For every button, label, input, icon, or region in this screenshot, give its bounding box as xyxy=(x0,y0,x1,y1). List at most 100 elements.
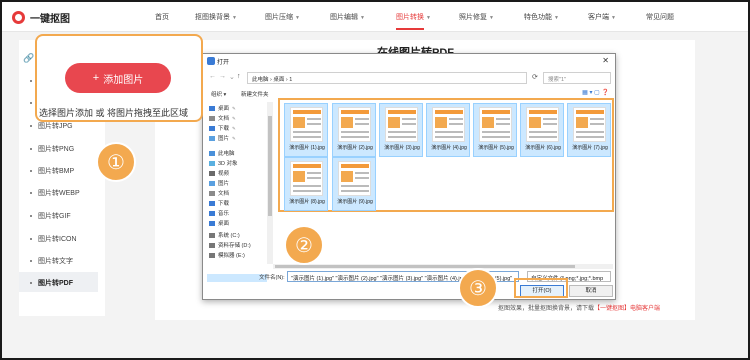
nav-convert[interactable]: 图片转换 ▼ xyxy=(396,12,431,22)
picture-icon xyxy=(209,136,215,142)
sidebar-item-text[interactable]: 图片转文字 xyxy=(30,256,73,266)
link-icon: 🔗 xyxy=(23,53,35,63)
sidebar-item-webp[interactable]: 图片转WEBP xyxy=(30,188,80,198)
nav-item-downloads[interactable]: 下载 ✎ xyxy=(209,124,236,132)
nav-item-this-pc[interactable]: 此电脑 xyxy=(209,149,235,157)
sidebar-item-bmp[interactable]: 图片转BMP xyxy=(30,166,74,176)
address-bar: ← → ⌄ ↑ 此电脑 › 桌面 › 1 ⟳ 搜索"1" xyxy=(207,71,613,85)
nav-item-drive-c[interactable]: 系统 (C:) xyxy=(209,231,240,239)
nav-scrollbar[interactable] xyxy=(267,102,273,264)
refresh-icon[interactable]: ⟳ xyxy=(532,73,538,81)
nav-repair[interactable]: 照片修复 ▼ xyxy=(459,12,494,22)
nav-item-3d[interactable]: 3D 对象 xyxy=(209,159,238,167)
nav-item-desktop-2[interactable]: 桌面 xyxy=(209,219,229,227)
upload-zone[interactable]: + 添加图片 选择图片添加 或 将图片拖拽至此区域 xyxy=(35,34,203,122)
upload-hint: 选择图片添加 或 将图片拖拽至此区域 xyxy=(39,106,189,119)
step-3-marker: ③ xyxy=(458,268,498,308)
file-item[interactable]: 演示图片 (9).jpg xyxy=(332,157,376,211)
pin-icon: ✎ xyxy=(232,136,236,141)
chevron-down-icon: ▼ xyxy=(611,15,616,21)
chevron-down-icon: ▼ xyxy=(426,15,431,21)
step-2-marker: ② xyxy=(284,225,324,265)
cancel-button[interactable]: 取消 xyxy=(569,285,613,297)
nav-home[interactable]: 首页 xyxy=(155,12,169,22)
file-item[interactable]: 演示图片 (2).jpg xyxy=(332,103,376,157)
add-image-button[interactable]: + 添加图片 xyxy=(65,63,171,93)
document-icon xyxy=(209,191,215,197)
scrollbar-thumb[interactable] xyxy=(268,116,272,216)
nav-item-music[interactable]: 音乐 xyxy=(209,209,229,217)
desktop-icon xyxy=(209,221,215,227)
path-input[interactable]: 此电脑 › 桌面 › 1 xyxy=(247,72,527,84)
nav-item-documents[interactable]: 文档 ✎ xyxy=(209,114,236,122)
file-name: 演示图片 (8).jpg xyxy=(289,199,325,205)
logo-icon xyxy=(12,11,25,24)
music-icon xyxy=(209,211,215,217)
sidebar-item-gif[interactable]: 图片转GIF xyxy=(30,211,71,221)
nav-item-pictures[interactable]: 图片 ✎ xyxy=(209,134,236,142)
chevron-down-icon: ▼ xyxy=(360,15,365,21)
desktop-icon xyxy=(209,106,215,112)
sidebar-bullet xyxy=(30,80,32,82)
chevron-down-icon: ▼ xyxy=(232,15,237,21)
sidebar-item-icon[interactable]: 图片转ICON xyxy=(30,234,77,244)
dialog-nav-pane: 桌面 ✎ 文档 ✎ 下载 ✎ 图片 ✎ 此电脑 3D 对象 视频 图片 文档 下载 音乐… xyxy=(207,102,269,282)
drive-icon xyxy=(209,243,215,249)
forward-icon[interactable]: → xyxy=(219,73,226,80)
file-name: 演示图片 (7).jpg xyxy=(572,145,608,151)
image-thumbnail xyxy=(338,107,371,142)
dialog-titlebar: 打开 ✕ xyxy=(203,54,615,68)
nav-item-documents-2[interactable]: 文档 xyxy=(209,189,229,197)
sidebar-item-png[interactable]: 图片转PNG xyxy=(30,144,74,154)
step-1-marker: ① xyxy=(96,142,136,182)
nav-client[interactable]: 客户端 ▼ xyxy=(588,12,616,22)
document-icon xyxy=(209,116,215,122)
close-icon[interactable]: ✕ xyxy=(602,56,609,65)
computer-icon xyxy=(209,151,215,157)
chevron-down-icon: ▼ xyxy=(489,15,494,21)
nav-item-downloads-2[interactable]: 下载 xyxy=(209,199,229,207)
nav-cutout[interactable]: 抠图换背景 ▼ xyxy=(195,12,237,22)
file-item[interactable]: 演示图片 (4).jpg xyxy=(426,103,470,157)
file-item[interactable]: 演示图片 (5).jpg xyxy=(473,103,517,157)
image-thumbnail xyxy=(432,107,465,142)
picture-icon xyxy=(209,181,215,187)
image-thumbnail xyxy=(290,107,323,142)
back-icon[interactable]: ← xyxy=(209,73,216,80)
nav-item-desktop[interactable]: 桌面 ✎ xyxy=(209,104,236,112)
nav-item-videos[interactable]: 视频 xyxy=(209,169,229,177)
up-icon[interactable]: ↑ xyxy=(237,73,241,80)
pin-icon: ✎ xyxy=(232,106,236,111)
dialog-title: 打开 xyxy=(217,60,230,66)
files-hscrollbar[interactable] xyxy=(273,264,613,269)
nav-item-drive-e[interactable]: 模拟器 (E:) xyxy=(209,251,245,259)
nav-item-pictures-2[interactable]: 图片 xyxy=(209,179,229,187)
scrollbar-thumb[interactable] xyxy=(275,265,575,268)
file-name: 演示图片 (5).jpg xyxy=(478,145,514,151)
sidebar-item-pdf[interactable]: 图片转PDF xyxy=(30,278,73,288)
file-item[interactable]: 演示图片 (7).jpg xyxy=(567,103,611,157)
file-item[interactable]: 演示图片 (3).jpg xyxy=(379,103,423,157)
file-item[interactable]: 演示图片 (1).jpg xyxy=(284,103,328,157)
chevron-down-icon: ▼ xyxy=(554,15,559,21)
file-name: 演示图片 (4).jpg xyxy=(431,145,467,151)
new-folder-button[interactable]: 新建文件夹 xyxy=(241,90,269,98)
nav-features[interactable]: 特色功能 ▼ xyxy=(524,12,559,22)
view-options-icon[interactable]: ▦ ▾ ▢ ❓ xyxy=(582,89,609,96)
nav-compress[interactable]: 图片压缩 ▼ xyxy=(265,12,300,22)
nav-faq[interactable]: 常见问题 xyxy=(646,12,674,22)
chevron-down-icon[interactable]: ⌄ xyxy=(229,73,235,81)
file-item[interactable]: 演示图片 (8).jpg xyxy=(284,157,328,211)
logo[interactable]: 一键抠图 xyxy=(12,10,70,25)
client-download-link[interactable]: 【一键抠图】电脑客户端 xyxy=(594,306,660,312)
search-input[interactable]: 搜索"1" xyxy=(543,72,611,84)
file-item[interactable]: 演示图片 (6).jpg xyxy=(520,103,564,157)
plus-icon: + xyxy=(92,72,100,84)
image-thumbnail xyxy=(338,161,371,196)
cube-icon xyxy=(209,161,215,167)
sidebar-item-jpg[interactable]: 图片转JPG xyxy=(30,121,73,131)
nav-edit[interactable]: 图片编辑 ▼ xyxy=(330,12,365,22)
organize-button[interactable]: 组织 ▾ xyxy=(211,90,226,98)
nav-active-indicator xyxy=(396,28,424,30)
nav-item-drive-d[interactable]: 资料存储 (D:) xyxy=(209,241,251,249)
